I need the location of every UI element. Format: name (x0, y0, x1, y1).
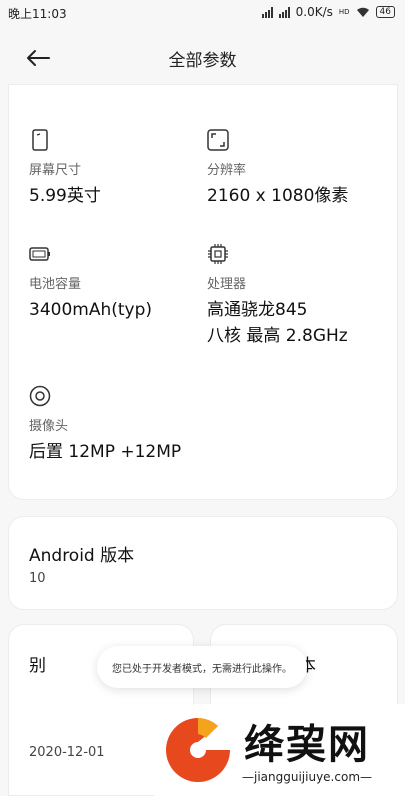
item-date: 2020-12-01 (29, 745, 105, 760)
spec-resolution: 分辨率 2160 x 1080像素 (207, 129, 348, 208)
hd-badge: HD (338, 8, 350, 16)
toast-message: 您已处于开发者模式，无需进行此操作。 (97, 646, 307, 688)
status-bar: 晚上11:03 0.0K/s HD 46 (0, 0, 405, 26)
spec-camera: 摄像头 后置 12MP +12MP (29, 385, 181, 464)
android-version-item[interactable]: Android 版本 10 (8, 516, 398, 610)
android-version-title: Android 版本 (29, 546, 135, 566)
page-header: 全部参数 (0, 30, 405, 86)
camera-icon (29, 385, 51, 407)
screen-icon (32, 129, 48, 151)
spec-label: 分辨率 (207, 163, 247, 178)
net-speed: 0.0K/s (295, 5, 333, 19)
cpu-icon (208, 244, 228, 264)
spec-value: 2160 x 1080像素 (207, 186, 349, 206)
spec-label: 屏幕尺寸 (29, 163, 82, 178)
logo-icon (166, 718, 230, 782)
wifi-icon (356, 7, 369, 17)
watermark: 绛巭网 —jiangguijiuye.com— (154, 704, 405, 796)
signal-icon (261, 6, 273, 18)
spec-value: 后置 12MP +12MP (29, 442, 182, 462)
spec-value: 高通骁龙845 (207, 300, 308, 320)
resolution-icon (207, 129, 229, 151)
spec-value-line2: 八核 最高 2.8GHz (207, 326, 348, 346)
watermark-url: —jiangguijiuye.com— (242, 770, 373, 784)
spec-screen-size: 屏幕尺寸 5.99英寸 (29, 129, 101, 208)
spec-battery: 电池容量 3400mAh(typ) (29, 243, 152, 322)
spec-label: 电池容量 (29, 277, 82, 292)
item-label-partial: 别 (29, 656, 46, 676)
status-icons: 0.0K/s HD 46 (261, 5, 395, 19)
battery-level: 46 (375, 6, 395, 18)
spec-value: 5.99英寸 (29, 186, 101, 206)
spec-label: 摄像头 (29, 419, 69, 434)
status-time: 晚上11:03 (8, 7, 67, 21)
watermark-title: 绛巭网 (244, 722, 370, 768)
page-title: 全部参数 (168, 51, 237, 71)
signal-icon-2 (278, 6, 290, 18)
spec-processor: 处理器 高通骁龙845 八核 最高 2.8GHz (207, 243, 348, 348)
android-version-value: 10 (29, 571, 46, 586)
battery-icon (29, 247, 50, 261)
spec-card: 屏幕尺寸 5.99英寸 分辨率 2160 x 1080像素 电池容量 3400m… (8, 84, 398, 500)
spec-label: 处理器 (207, 277, 247, 292)
spec-value: 3400mAh(typ) (29, 300, 153, 320)
